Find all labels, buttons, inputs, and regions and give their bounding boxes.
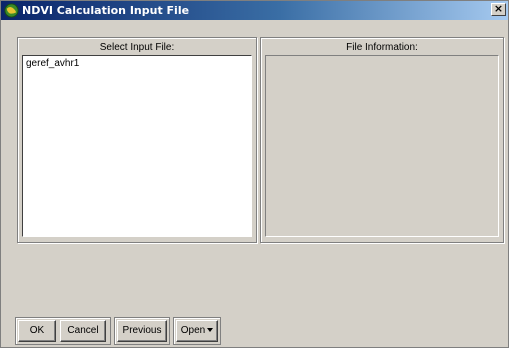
ok-button[interactable]: OK	[18, 320, 56, 342]
dropdown-arrow-icon	[207, 328, 214, 333]
close-button[interactable]: ×	[491, 3, 506, 16]
file-info-box	[265, 55, 499, 237]
file-info-label: File Information:	[346, 42, 418, 53]
open-label: Open	[180, 325, 206, 336]
window-title: NDVI Calculation Input File	[22, 4, 190, 17]
select-file-panel: Select Input File: geref_avhr1	[17, 37, 257, 243]
ndvi-input-dialog: NDVI Calculation Input File × Select Inp…	[0, 0, 509, 348]
title-bar[interactable]: NDVI Calculation Input File ×	[1, 1, 508, 20]
file-info-panel: File Information:	[260, 37, 504, 243]
open-menu-button[interactable]: Open	[176, 320, 218, 342]
select-file-label: Select Input File:	[99, 42, 175, 53]
previous-button[interactable]: Previous	[117, 320, 167, 342]
file-listbox[interactable]: geref_avhr1	[22, 55, 252, 237]
globe-icon	[4, 3, 19, 18]
cancel-button[interactable]: Cancel	[60, 320, 106, 342]
file-list-item[interactable]: geref_avhr1	[23, 56, 251, 69]
